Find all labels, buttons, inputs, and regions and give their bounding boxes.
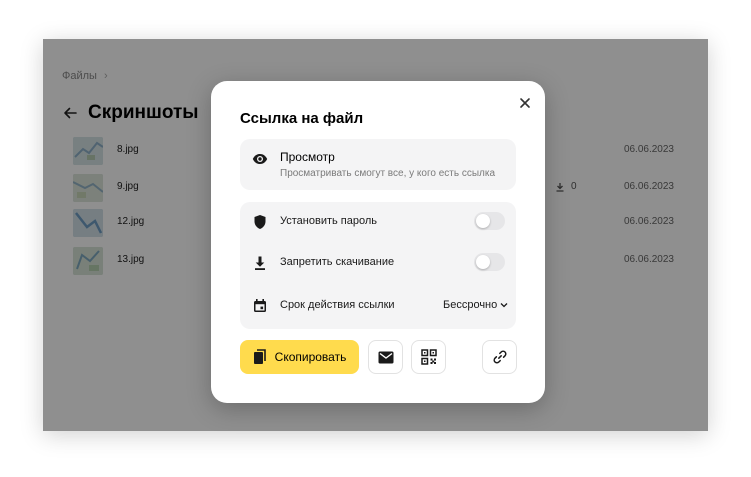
password-setting: Установить пароль bbox=[240, 207, 516, 237]
qr-code-icon bbox=[420, 349, 437, 365]
expiry-label: Срок действия ссылки bbox=[280, 299, 395, 311]
share-link-dialog: Ссылка на файл Просмотр Просматривать см… bbox=[211, 81, 545, 403]
access-level-title: Просмотр bbox=[280, 150, 335, 164]
toggle-knob bbox=[476, 214, 490, 228]
link-settings: Установить пароль Запретить скачивание С… bbox=[240, 202, 516, 329]
calendar-icon bbox=[254, 299, 266, 312]
no-download-label: Запретить скачивание bbox=[280, 256, 395, 268]
email-share-button[interactable] bbox=[368, 340, 403, 374]
mail-icon bbox=[378, 351, 393, 363]
expiry-value: Бессрочно bbox=[443, 299, 498, 311]
password-toggle[interactable] bbox=[474, 212, 505, 230]
copy-icon bbox=[253, 349, 266, 364]
download-icon bbox=[255, 256, 265, 270]
expiry-setting: Срок действия ссылки Бессрочно bbox=[240, 291, 516, 321]
qr-code-button[interactable] bbox=[411, 340, 446, 374]
copy-button-label: Скопировать bbox=[274, 350, 347, 364]
shield-icon bbox=[254, 215, 266, 229]
access-level-description: Просматривать смогут все, у кого есть сс… bbox=[280, 168, 496, 179]
eye-icon bbox=[252, 154, 268, 164]
chevron-down-icon bbox=[500, 303, 508, 308]
expiry-dropdown[interactable]: Бессрочно bbox=[443, 299, 508, 311]
access-level-selector[interactable]: Просмотр Просматривать смогут все, у ког… bbox=[240, 139, 516, 190]
toggle-knob bbox=[476, 255, 490, 269]
link-button[interactable] bbox=[482, 340, 517, 374]
copy-link-button[interactable]: Скопировать bbox=[240, 340, 359, 374]
close-icon[interactable] bbox=[517, 95, 533, 111]
share-actions: Скопировать bbox=[240, 340, 517, 374]
dialog-title: Ссылка на файл bbox=[240, 110, 364, 127]
password-label: Установить пароль bbox=[280, 215, 378, 227]
link-icon bbox=[492, 350, 507, 364]
no-download-toggle[interactable] bbox=[474, 253, 505, 271]
no-download-setting: Запретить скачивание bbox=[240, 248, 516, 278]
